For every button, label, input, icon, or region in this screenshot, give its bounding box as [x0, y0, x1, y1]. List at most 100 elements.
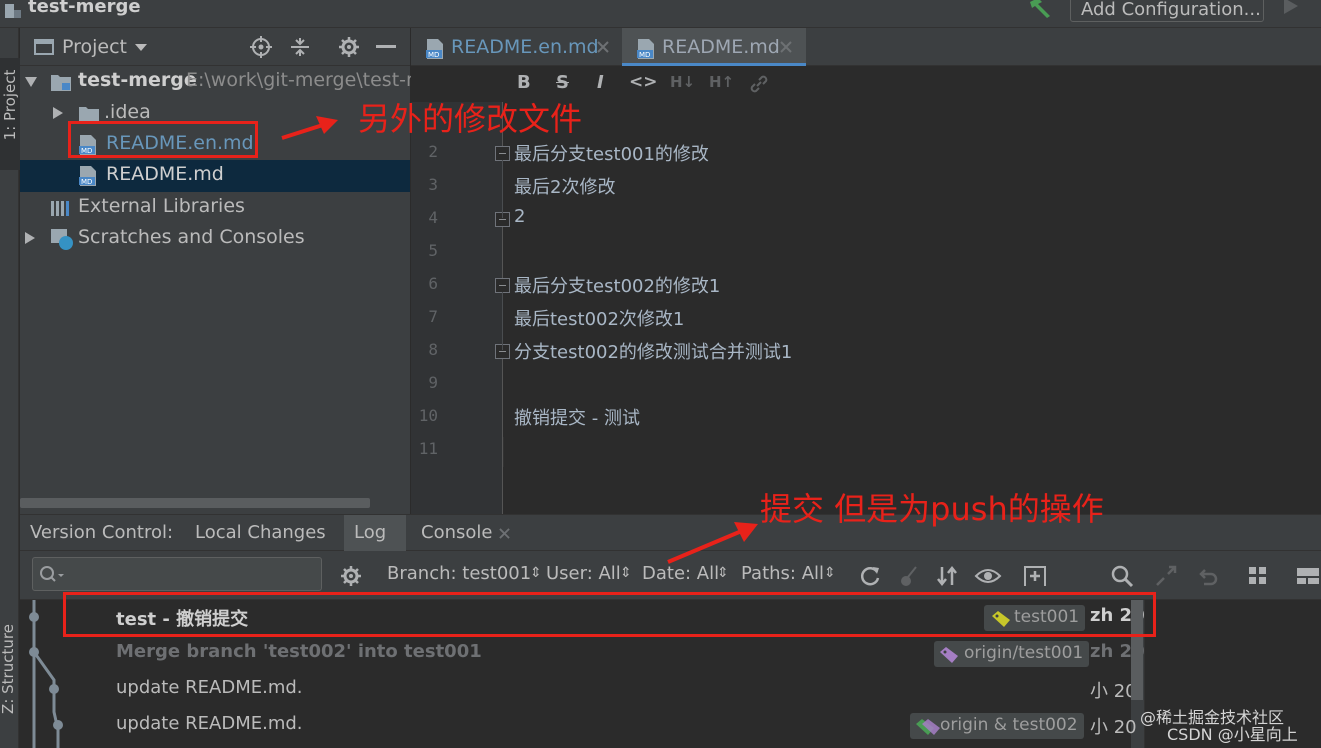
tag-icon [940, 647, 958, 663]
annotation-box-commit [63, 592, 1156, 637]
expanded-arrow-icon[interactable] [24, 76, 38, 88]
tab-log[interactable]: Log [354, 522, 386, 543]
chevron-updown-icon: ⇕ [620, 565, 632, 581]
close-icon[interactable] [780, 41, 792, 53]
commit-message: Merge branch 'test002' into test001 [116, 641, 482, 662]
user-filter[interactable]: User: All [546, 563, 621, 584]
search-icon [40, 566, 64, 582]
line-number: 6 [428, 274, 438, 293]
bold-icon[interactable]: B [517, 72, 531, 93]
commit-row[interactable]: Merge branch 'test002' into test001 orig… [20, 636, 1145, 672]
line-number: 11 [418, 439, 438, 458]
collapsed-arrow-icon[interactable] [24, 231, 36, 245]
left-tool-strip: 1: Project Z: Structure [0, 28, 20, 748]
window-title: test-merge [28, 0, 141, 17]
minimize-icon[interactable] [376, 45, 396, 49]
commit-row[interactable]: update README.md. origin & test002 小 20 [20, 708, 1137, 744]
locate-file-icon[interactable] [250, 36, 272, 58]
tab-local-changes[interactable]: Local Changes [195, 522, 326, 543]
line-number: 2 [428, 142, 438, 161]
tab-label: README.md [662, 36, 780, 58]
markdown-file-icon: MD [426, 39, 443, 59]
close-icon[interactable] [597, 41, 609, 53]
chevron-updown-icon: ⇕ [717, 565, 729, 581]
header-increase-icon[interactable]: H↑ [709, 73, 734, 91]
tag-icon [916, 719, 940, 735]
log-search-input[interactable] [32, 557, 322, 591]
chevron-updown-icon: ⇕ [824, 565, 836, 581]
gear-icon[interactable] [340, 565, 362, 587]
close-icon[interactable] [499, 528, 510, 539]
build-hammer-icon[interactable] [1026, 0, 1056, 20]
code-line[interactable]: 最后分支test002的修改1 [514, 272, 720, 298]
title-bar: test-merge Add Configuration... [0, 0, 1321, 28]
tree-item-scratches[interactable]: Scratches and Consoles [20, 223, 410, 255]
code-line[interactable]: 撤销提交 - 测试 [514, 404, 640, 430]
sort-icon[interactable] [936, 564, 960, 588]
commit-row[interactable]: update README.md. 小 20 [20, 672, 1137, 708]
expand-icon[interactable] [1154, 564, 1178, 588]
structure-tool-tab-label[interactable]: Z: Structure [0, 617, 17, 721]
line-number: 10 [418, 406, 438, 425]
line-number: 8 [428, 340, 438, 359]
tree-item-label: Scratches and Consoles [78, 226, 305, 248]
new-tab-icon[interactable] [1023, 564, 1049, 588]
tab-label: README.en.md [451, 36, 599, 58]
code-line[interactable]: 最后分支test001的修改 [514, 140, 709, 166]
project-view-selector[interactable]: Project [62, 36, 127, 58]
project-tool-tab-label[interactable]: 1: Project [1, 53, 19, 157]
branch-filter[interactable]: Branch: test001 [387, 563, 531, 584]
chevron-down-icon[interactable] [134, 43, 148, 53]
tree-item-readme[interactable]: MD README.md [20, 160, 410, 192]
tab-readme-en[interactable]: MD README.en.md [411, 28, 619, 66]
date-filter[interactable]: Date: All [642, 563, 719, 584]
header-decrease-icon[interactable]: H↓ [670, 73, 695, 91]
tree-item-path: E:\work\git-merge\test-m [186, 69, 425, 91]
vc-title: Version Control: [30, 522, 174, 543]
code-icon[interactable]: <> [629, 72, 658, 92]
eye-icon[interactable] [974, 564, 1002, 588]
commit-message: update README.md. [116, 677, 303, 698]
cherry-pick-icon[interactable] [898, 564, 922, 588]
project-panel: Project test-merge E:\work\git-merge\tes… [20, 28, 425, 514]
strikethrough-icon[interactable]: S [556, 72, 569, 93]
line-number: 3 [428, 175, 438, 194]
paths-filter[interactable]: Paths: All [741, 563, 824, 584]
code-line[interactable]: 最后test002次修改1 [514, 305, 684, 331]
code-line[interactable]: 最后2次修改 [514, 173, 615, 199]
italic-icon[interactable]: I [597, 72, 604, 93]
search-icon[interactable] [1110, 564, 1134, 588]
module-folder-icon [51, 75, 71, 91]
tab-console[interactable]: Console [421, 522, 492, 543]
annotation-arrow [281, 116, 338, 140]
code-line[interactable]: 分支test002的修改测试合并测试1 [514, 338, 792, 364]
tab-readme[interactable]: MD README.md [622, 28, 806, 66]
line-number: 7 [428, 307, 438, 326]
tree-item-external-libraries[interactable]: External Libraries [20, 192, 410, 224]
refresh-icon[interactable] [858, 564, 882, 588]
layout-icon[interactable] [1294, 564, 1320, 588]
horizontal-scrollbar[interactable] [20, 498, 370, 508]
gear-icon[interactable] [338, 36, 360, 58]
collapsed-arrow-icon[interactable] [52, 106, 64, 120]
collapse-all-icon[interactable] [289, 36, 311, 58]
tree-item-label: .idea [104, 101, 151, 123]
tree-item-label: External Libraries [78, 195, 245, 217]
link-icon[interactable] [749, 74, 769, 94]
code-line[interactable]: 2 [514, 206, 525, 227]
svg-text:MD: MD [428, 51, 439, 59]
fold-open-icon[interactable] [495, 146, 510, 161]
project-icon [5, 4, 21, 18]
watermark-csdn: CSDN @小星向上 [1167, 725, 1298, 744]
undo-icon[interactable] [1196, 564, 1220, 588]
markdown-file-icon: MD [637, 39, 654, 59]
libraries-icon [51, 201, 69, 216]
add-configuration-button[interactable]: Add Configuration... [1070, 0, 1264, 22]
run-icon[interactable] [1281, 0, 1301, 18]
tree-item-label: README.md [106, 163, 224, 185]
fold-guide [502, 292, 503, 350]
commit-message: update README.md. [116, 713, 303, 734]
tree-item-test-merge[interactable]: test-merge E:\work\git-merge\test-m [20, 66, 425, 98]
grid-icon[interactable] [1246, 564, 1270, 588]
fold-open-icon[interactable] [495, 278, 510, 293]
